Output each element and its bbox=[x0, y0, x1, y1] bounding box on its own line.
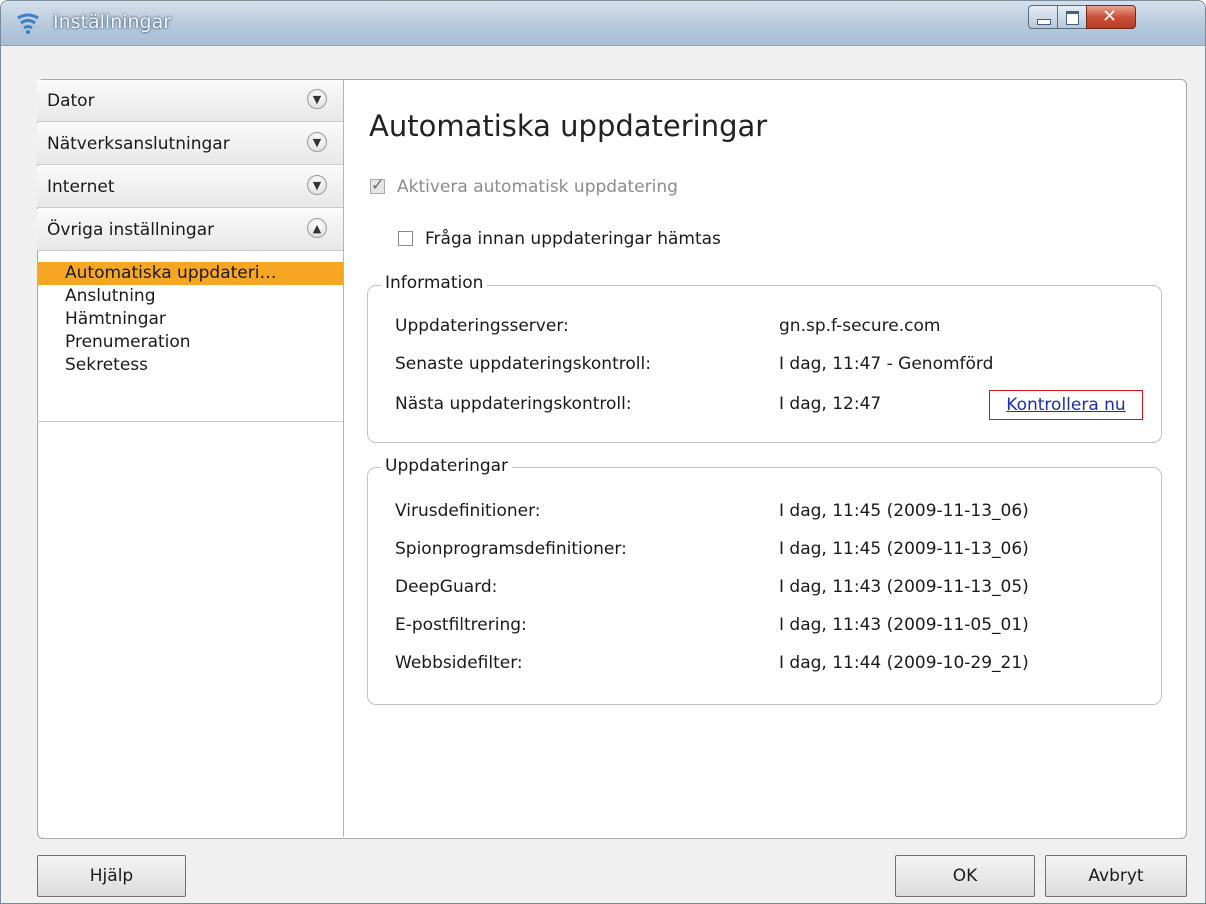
info-label: Senaste uppdateringskontroll: bbox=[395, 354, 651, 374]
update-label: E-postfiltrering: bbox=[395, 615, 527, 635]
page-title: Automatiska uppdateringar bbox=[369, 109, 768, 143]
update-value: I dag, 11:44 (2009-10-29_21) bbox=[779, 653, 1029, 673]
maximize-button[interactable] bbox=[1057, 5, 1087, 29]
minimize-button[interactable] bbox=[1028, 5, 1058, 29]
category-label: Nätverksanslutningar bbox=[47, 134, 230, 154]
ok-button[interactable]: OK bbox=[895, 855, 1035, 897]
sidebar-category-ovriga-installningar[interactable]: Övriga inställningar ▲ bbox=[37, 209, 343, 251]
title-bar[interactable]: Inställningar bbox=[1, 1, 1205, 46]
ask-before-download-label: Fråga innan uppdateringar hämtas bbox=[425, 229, 721, 249]
chevron-down-icon[interactable]: ▼ bbox=[307, 132, 327, 152]
update-label: DeepGuard: bbox=[395, 577, 498, 597]
sidebar-item-hamtningar[interactable]: Hämtningar bbox=[37, 308, 343, 331]
info-value: gn.sp.f-secure.com bbox=[779, 316, 941, 336]
sidebar-item-automatiska-uppdateringar[interactable]: Automatiska uppdateri… bbox=[37, 262, 343, 285]
category-label: Övriga inställningar bbox=[47, 220, 215, 240]
settings-window: Inställningar Dator ▼ Nätverksanslutning… bbox=[0, 0, 1206, 904]
chevron-down-icon[interactable]: ▼ bbox=[307, 89, 327, 109]
sidebar-category-natverksanslutningar[interactable]: Nätverksanslutningar ▼ bbox=[37, 123, 343, 165]
info-label: Uppdateringsserver: bbox=[395, 316, 569, 336]
ask-before-download-checkbox[interactable] bbox=[398, 231, 413, 246]
info-value: I dag, 11:47 - Genomförd bbox=[779, 354, 994, 374]
info-label: Nästa uppdateringskontroll: bbox=[395, 394, 632, 414]
category-label: Internet bbox=[47, 177, 115, 197]
sidebar-item-anslutning[interactable]: Anslutning bbox=[37, 285, 343, 308]
updates-group-title: Uppdateringar bbox=[381, 456, 513, 476]
update-value: I dag, 11:45 (2009-11-13_06) bbox=[779, 501, 1029, 521]
help-button[interactable]: Hjälp bbox=[37, 855, 186, 897]
cancel-button[interactable]: Avbryt bbox=[1045, 855, 1187, 897]
sidebar: Dator ▼ Nätverksanslutningar ▼ Internet … bbox=[37, 80, 344, 837]
chevron-down-icon[interactable]: ▼ bbox=[307, 175, 327, 195]
check-now-link[interactable]: Kontrollera nu bbox=[989, 390, 1143, 420]
sidebar-category-dator[interactable]: Dator ▼ bbox=[37, 80, 343, 122]
update-value: I dag, 11:43 (2009-11-05_01) bbox=[779, 615, 1029, 635]
info-value: I dag, 12:47 bbox=[779, 394, 882, 414]
sidebar-category-internet[interactable]: Internet ▼ bbox=[37, 166, 343, 208]
chevron-up-icon[interactable]: ▲ bbox=[307, 218, 327, 238]
update-label: Webbsidefilter: bbox=[395, 653, 523, 673]
information-group-title: Information bbox=[381, 273, 488, 293]
enable-auto-update-checkbox[interactable] bbox=[370, 175, 385, 194]
update-value: I dag, 11:43 (2009-11-13_05) bbox=[779, 577, 1029, 597]
enable-auto-update-label: Aktivera automatisk uppdatering bbox=[397, 177, 678, 197]
sidebar-item-prenumeration[interactable]: Prenumeration bbox=[37, 331, 343, 354]
window-title: Inställningar bbox=[53, 11, 172, 33]
close-button[interactable] bbox=[1086, 5, 1136, 29]
sidebar-item-sekretess[interactable]: Sekretess bbox=[37, 354, 343, 377]
update-value: I dag, 11:45 (2009-11-13_06) bbox=[779, 539, 1029, 559]
category-label: Dator bbox=[47, 91, 95, 111]
update-label: Spionprogramsdefinitioner: bbox=[395, 539, 627, 559]
f-secure-shield-icon bbox=[17, 13, 39, 34]
sidebar-subitems: Automatiska uppdateri… Anslutning Hämtni… bbox=[37, 252, 343, 422]
update-label: Virusdefinitioner: bbox=[395, 501, 541, 521]
